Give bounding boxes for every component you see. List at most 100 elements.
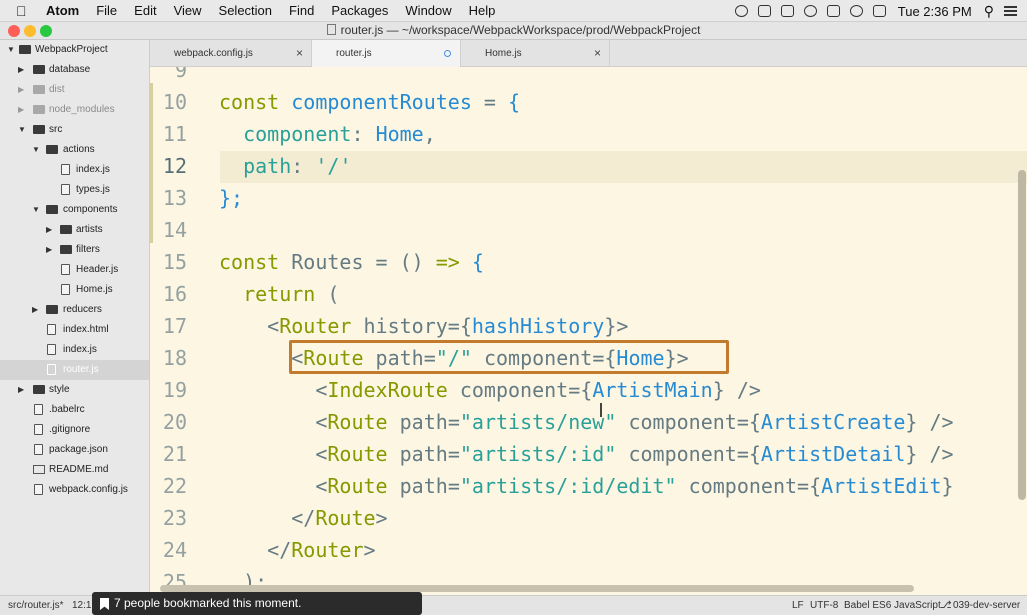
code-line[interactable]: </Route>	[219, 502, 387, 534]
battery-icon[interactable]	[872, 5, 886, 17]
status-encoding[interactable]: UTF-8	[810, 596, 838, 615]
chevron-right-icon[interactable]: ▶	[32, 300, 38, 320]
window-title-bar: router.js — ~/workspace/WebpackWorkspace…	[0, 22, 1027, 40]
tree-item-package-json[interactable]: package.json	[0, 440, 149, 460]
status-file-path[interactable]: src/router.js*	[8, 596, 64, 615]
code-token: Route	[327, 410, 388, 434]
menu-window[interactable]: Window	[405, 0, 451, 22]
chevron-right-icon[interactable]: ▶	[18, 100, 24, 120]
tree-item-actions[interactable]: ▼ actions	[0, 140, 149, 160]
list-icon[interactable]	[1004, 6, 1017, 16]
code-line[interactable]: const Routes = () => {	[219, 246, 484, 278]
code-token: }	[941, 474, 954, 498]
tree-item-gitignore[interactable]: .gitignore	[0, 420, 149, 440]
tree-item-babelrc[interactable]: .babelrc	[0, 400, 149, 420]
code-editor[interactable]: 9 10 11 12 13 14 15 16 17 18 19 20 21 22 23 24 25 const …	[150, 67, 1027, 595]
line-number: 20	[162, 410, 187, 434]
line-number: 19	[162, 378, 187, 402]
chevron-right-icon[interactable]: ▶	[18, 380, 24, 400]
tab-router-js[interactable]: router.js	[312, 40, 461, 67]
tree-item-node-modules[interactable]: ▶ node_modules	[0, 100, 149, 120]
menu-packages[interactable]: Packages	[331, 0, 388, 22]
code-line[interactable]: const componentRoutes = {	[219, 86, 520, 118]
history-icon[interactable]	[803, 5, 817, 17]
code-line[interactable]: return (	[219, 278, 339, 310]
code-line[interactable]: <Route path="artists/:id/edit" component…	[219, 470, 954, 502]
menu-find[interactable]: Find	[289, 0, 314, 22]
chevron-right-icon[interactable]: ▶	[18, 60, 24, 80]
drive-icon[interactable]	[826, 5, 840, 17]
menu-view[interactable]: View	[174, 0, 202, 22]
menu-selection[interactable]: Selection	[219, 0, 272, 22]
record-icon[interactable]	[734, 5, 748, 17]
code-token: }>	[604, 314, 629, 338]
status-line-ending[interactable]: LF	[792, 596, 804, 615]
code-token: ArtistCreate	[760, 410, 906, 434]
status-grammar[interactable]: Babel ES6 JavaScript	[844, 596, 941, 615]
cloud-icon[interactable]	[757, 5, 771, 17]
chevron-right-icon[interactable]: ▶	[46, 240, 52, 260]
tree-item-dist[interactable]: ▶ dist	[0, 80, 149, 100]
horizontal-scrollbar[interactable]	[160, 585, 914, 592]
code-line[interactable]: <IndexRoute component={ArtistMain} />	[219, 374, 761, 406]
code-line[interactable]: path: '/'	[219, 150, 351, 182]
wifi-icon[interactable]	[849, 5, 863, 17]
tree-item-style[interactable]: ▶ style	[0, 380, 149, 400]
tree-item-database[interactable]: ▶ database	[0, 60, 149, 80]
code-token: ArtistEdit	[821, 474, 942, 498]
ghost-icon[interactable]	[780, 5, 794, 17]
code-token: Router	[279, 314, 352, 338]
code-token: "artists/new"	[459, 410, 617, 434]
code-token: } />	[905, 442, 954, 466]
code-token: path	[387, 474, 448, 498]
menu-atom[interactable]: Atom	[46, 0, 79, 22]
tree-item-filters[interactable]: ▶ filters	[0, 240, 149, 260]
code-line[interactable]: <Route path="artists/:id" component={Art…	[219, 438, 954, 470]
code-line[interactable]: component: Home,	[219, 118, 436, 150]
modified-dot-icon[interactable]	[444, 50, 451, 57]
apple-logo-icon[interactable]: 	[16, 0, 32, 22]
chevron-down-icon[interactable]: ▼	[7, 40, 15, 60]
file-icon	[61, 264, 70, 275]
tree-item-index-html[interactable]: index.html	[0, 320, 149, 340]
chevron-right-icon[interactable]: ▶	[18, 80, 24, 100]
tab-home-js[interactable]: Home.js ×	[461, 40, 610, 67]
status-git-branch[interactable]: 039-dev-server	[953, 596, 1020, 615]
tree-item-webpack-config-js[interactable]: webpack.config.js	[0, 480, 149, 500]
tree-item-src[interactable]: ▼ src	[0, 120, 149, 140]
chevron-down-icon[interactable]: ▼	[18, 120, 26, 140]
tree-item-src-index-js[interactable]: index.js	[0, 340, 149, 360]
tree-item-header-js[interactable]: Header.js	[0, 260, 149, 280]
close-icon[interactable]: ×	[594, 40, 601, 67]
tree-item-actions-index-js[interactable]: index.js	[0, 160, 149, 180]
tree-item-components[interactable]: ▼ components	[0, 200, 149, 220]
code-token: =	[471, 90, 508, 114]
chevron-down-icon[interactable]: ▼	[32, 140, 40, 160]
tree-item-reducers[interactable]: ▶ reducers	[0, 300, 149, 320]
code-line[interactable]: </Router>	[219, 534, 376, 566]
chevron-right-icon[interactable]: ▶	[46, 220, 52, 240]
code-line[interactable]: <Router history={hashHistory}>	[219, 310, 628, 342]
close-icon[interactable]: ×	[296, 40, 303, 67]
search-icon[interactable]: ⚲	[984, 3, 994, 20]
menu-help[interactable]: Help	[469, 0, 496, 22]
tree-item-artists[interactable]: ▶ artists	[0, 220, 149, 240]
bookmark-toast[interactable]: 7 people bookmarked this moment.	[92, 592, 422, 615]
code-token: >	[363, 538, 376, 562]
line-number: 10	[162, 90, 187, 114]
tree-item-webpackproject[interactable]: ▼ WebpackProject	[0, 40, 149, 60]
menu-bar-clock[interactable]: Tue 2:36 PM	[898, 4, 972, 19]
menu-edit[interactable]: Edit	[134, 0, 156, 22]
tree-item-readme-md[interactable]: README.md	[0, 460, 149, 480]
code-line[interactable]: };	[219, 182, 243, 214]
tab-webpack-config-js[interactable]: webpack.config.js ×	[150, 40, 312, 67]
menu-file[interactable]: File	[96, 0, 117, 22]
tree-item-home-js[interactable]: Home.js	[0, 280, 149, 300]
vertical-scrollbar[interactable]	[1018, 170, 1026, 500]
tree-item-router-js[interactable]: router.js	[0, 360, 149, 380]
tree-item-types-js[interactable]: types.js	[0, 180, 149, 200]
code-line[interactable]: <Route path="artists/new" component={Art…	[219, 406, 953, 438]
chevron-down-icon[interactable]: ▼	[32, 200, 40, 220]
code-token: ={	[568, 378, 593, 402]
